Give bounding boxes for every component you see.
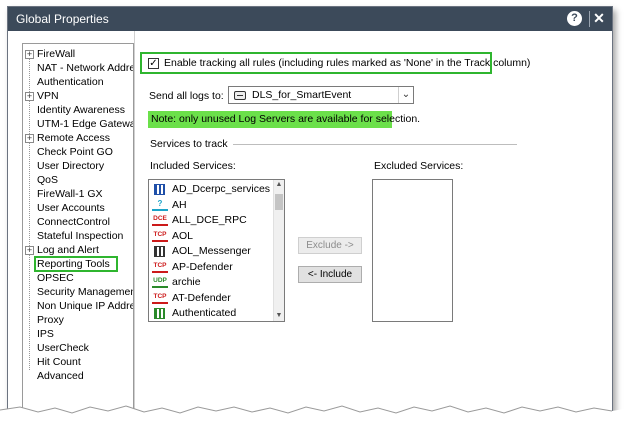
excluded-services-label: Excluded Services:: [374, 160, 464, 172]
tree-item-label: Check Point GO: [37, 146, 113, 158]
close-icon[interactable]: ✕: [592, 10, 606, 26]
expand-icon[interactable]: +: [25, 246, 34, 255]
title-bar: Global Properties ? ✕: [8, 7, 612, 31]
excluded-services-list[interactable]: [372, 179, 453, 322]
list-item[interactable]: ? AH: [151, 198, 271, 213]
list-item[interactable]: AOL_Messenger: [151, 244, 271, 259]
tree-item-label: User Accounts: [37, 202, 105, 214]
service-name: AT-Defender: [172, 291, 231, 304]
expand-icon[interactable]: +: [25, 134, 34, 143]
pane-divider: [134, 31, 135, 423]
service-group-icon: [154, 246, 165, 257]
tcp-service-icon: TCP: [152, 262, 168, 273]
service-name: AOL_Messenger: [172, 245, 251, 257]
other-service-icon: ?: [152, 199, 168, 211]
list-item[interactable]: DCE ALL_DCE_RPC: [151, 213, 271, 228]
tree-item-label: Stateful Inspection: [37, 230, 124, 242]
log-server-icon: [234, 91, 246, 100]
tree-item-label: Advanced: [37, 370, 84, 382]
tree-item-label: Identity Awareness: [37, 104, 125, 116]
list-item[interactable]: Authenticated: [151, 306, 271, 321]
service-name: Authenticated: [172, 307, 237, 319]
services-group-divider: [233, 144, 517, 145]
enable-tracking-label[interactable]: Enable tracking all rules (including rul…: [164, 57, 530, 69]
help-icon[interactable]: ?: [567, 11, 582, 26]
service-name: ALL_DCE_RPC: [172, 214, 247, 226]
tree-item-label: UserCheck: [37, 342, 89, 354]
scroll-thumb[interactable]: [275, 194, 283, 210]
list-item[interactable]: TCP AOL: [151, 229, 271, 244]
tree-item-label: FireWall-1 GX: [37, 188, 103, 200]
tree-item-label: Proxy: [37, 314, 64, 326]
list-item[interactable]: UDP archie: [151, 275, 271, 290]
services-group-label: Services to track: [150, 138, 228, 150]
tree-item-label: QoS: [37, 174, 59, 186]
tree-item-label: OPSEC: [37, 272, 74, 284]
torn-edge: [0, 405, 624, 437]
title-separator: [589, 11, 590, 27]
tree-item-label: Remote Access: [37, 132, 110, 144]
scroll-up-icon[interactable]: ▲: [274, 180, 284, 190]
log-server-dropdown[interactable]: DLS_for_SmartEvent ⌄: [228, 86, 414, 104]
category-tree[interactable]: + FireWall NAT - Network Addres Authenticat…: [22, 43, 134, 423]
tree-item-label: VPN: [37, 90, 59, 102]
service-name: AP-Defender: [172, 260, 233, 273]
tree-item-label: UTM-1 Edge Gateway: [37, 118, 134, 130]
tree-item-label: Hit Count: [37, 356, 81, 368]
include-button[interactable]: <- Include: [298, 266, 362, 283]
log-server-value: DLS_for_SmartEvent: [252, 89, 352, 101]
included-list-scrollbar[interactable]: ▲ ▼: [273, 180, 284, 321]
window-title: Global Properties: [16, 12, 109, 26]
tree-item-label: Authentication: [37, 76, 104, 88]
list-item[interactable]: TCP AT-Defender: [151, 291, 271, 306]
tracking-highlight: ✓ Enable tracking all rules (including r…: [140, 52, 530, 74]
tree-item-label: NAT - Network Addres: [37, 62, 134, 74]
expand-icon[interactable]: +: [25, 50, 34, 59]
tree-item-label: User Directory: [37, 160, 105, 172]
dce-service-icon: DCE: [152, 215, 168, 226]
tree-item-label: Security Management ,: [37, 286, 134, 298]
scroll-down-icon[interactable]: ▼: [274, 311, 284, 321]
send-logs-label: Send all logs to:: [149, 90, 224, 102]
tcp-service-icon: TCP: [152, 231, 168, 242]
expand-icon[interactable]: +: [25, 92, 34, 101]
list-item[interactable]: TCP AP-Defender: [151, 260, 271, 275]
chevron-down-icon[interactable]: ⌄: [398, 87, 413, 103]
tree-item-label: ConnectControl: [37, 216, 110, 228]
enable-tracking-checkbox[interactable]: ✓: [148, 58, 159, 69]
included-services-label: Included Services:: [150, 160, 236, 172]
log-server-note: Note: only unused Log Servers are availa…: [148, 111, 420, 128]
tcp-service-icon: TCP: [152, 293, 168, 304]
service-name: AOL: [172, 229, 194, 242]
service-name: AD_Dcerpc_services: [172, 183, 271, 195]
tree-item-label: IPS: [37, 328, 54, 340]
service-name: archie: [172, 276, 201, 288]
service-name: AH: [172, 198, 187, 211]
exclude-button[interactable]: Exclude ->: [298, 237, 362, 254]
dialog-content: + FireWall NAT - Network Addres Authenticat…: [8, 31, 612, 423]
udp-service-icon: UDP: [152, 277, 168, 288]
tree-item-label: Log and Alert: [37, 244, 99, 256]
reporting-tools-highlight: [34, 256, 118, 272]
list-item[interactable]: AD_Dcerpc_services: [151, 182, 271, 197]
service-group-icon: [154, 308, 165, 319]
included-services-list[interactable]: ▲ ▼ AD_Dcerpc_services? AH DCE ALL_DCE_RPC T…: [148, 179, 285, 322]
tree-item-label: Non Unique IP Address: [37, 300, 133, 312]
tree-item-label: FireWall: [37, 48, 76, 60]
service-group-icon: [154, 184, 165, 195]
global-properties-window: Global Properties ? ✕ + FireWall NAT - Net…: [7, 6, 613, 424]
